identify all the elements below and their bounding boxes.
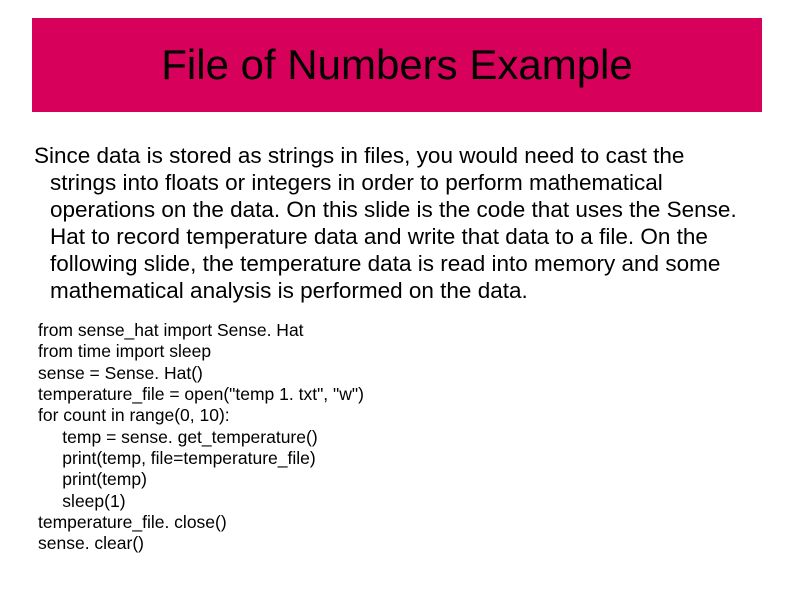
- body-paragraph: Since data is stored as strings in files…: [34, 142, 756, 304]
- body-paragraph-text: Since data is stored as strings in files…: [34, 142, 756, 304]
- code-block: from sense_hat import Sense. Hat from ti…: [38, 320, 754, 555]
- slide-title: File of Numbers Example: [161, 42, 633, 88]
- title-bar: File of Numbers Example: [32, 18, 762, 112]
- slide: File of Numbers Example Since data is st…: [0, 0, 794, 595]
